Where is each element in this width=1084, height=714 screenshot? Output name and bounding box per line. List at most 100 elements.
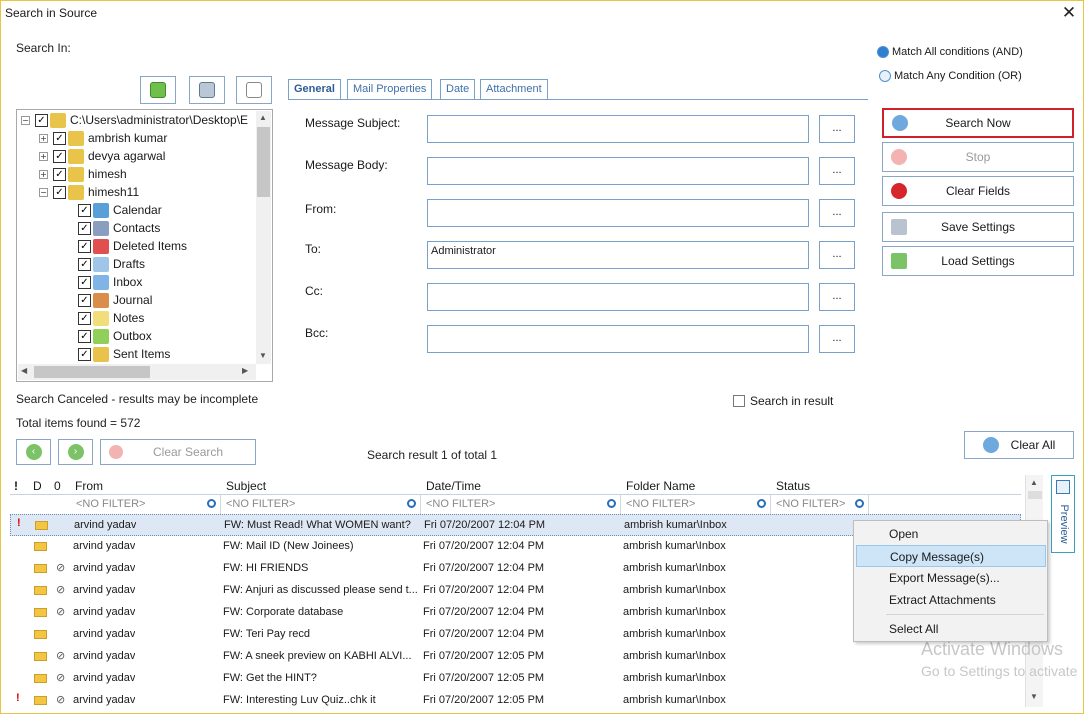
- tree-checkbox[interactable]: ✓: [53, 185, 66, 199]
- filter-subject[interactable]: <NO FILTER>: [223, 495, 421, 514]
- table-row[interactable]: ! ⊘ arvind yadav FW: Interesting Luv Quiz…: [10, 690, 1021, 712]
- tree-remove-button[interactable]: [189, 76, 225, 104]
- tree-root[interactable]: − ✓ C:\Users\administrator\Desktop\E: [21, 111, 248, 129]
- attachment-column-icon[interactable]: 0: [54, 479, 61, 493]
- cc-browse-button[interactable]: ...: [819, 283, 855, 311]
- filter-search-icon[interactable]: [207, 499, 216, 508]
- subject-browse-button[interactable]: ...: [819, 115, 855, 143]
- from-browse-button[interactable]: ...: [819, 199, 855, 227]
- preview-tab[interactable]: Preview: [1051, 475, 1075, 553]
- tree-checkbox[interactable]: ✓: [78, 257, 91, 271]
- clear-search-button[interactable]: Clear Search: [100, 439, 256, 465]
- menu-item-copy-messages[interactable]: Copy Message(s): [856, 545, 1046, 567]
- tree-checkbox[interactable]: ✓: [78, 239, 91, 253]
- body-browse-button[interactable]: ...: [819, 157, 855, 185]
- tree-checkbox[interactable]: ✓: [78, 293, 91, 307]
- tree-checkbox[interactable]: ✓: [53, 167, 66, 181]
- tree-checkbox[interactable]: ✓: [78, 329, 91, 343]
- folder-tree[interactable]: − ✓ C:\Users\administrator\Desktop\E + ✓ amb…: [16, 109, 273, 382]
- filter-search-icon[interactable]: [855, 499, 864, 508]
- root-checkbox[interactable]: ✓: [35, 113, 48, 127]
- expand-icon[interactable]: +: [39, 133, 48, 143]
- tree-checkbox[interactable]: ✓: [78, 311, 91, 325]
- filter-folder[interactable]: <NO FILTER>: [623, 495, 771, 514]
- tree-folder-notes[interactable]: ✓ Notes: [78, 309, 144, 327]
- tab-mail-properties[interactable]: Mail Properties: [347, 79, 433, 99]
- filter-search-icon[interactable]: [757, 499, 766, 508]
- filter-from[interactable]: <NO FILTER>: [73, 495, 221, 514]
- next-result-button[interactable]: ›: [58, 439, 93, 465]
- tab-general[interactable]: General: [288, 79, 341, 99]
- importance-column-icon[interactable]: !: [14, 479, 18, 493]
- tree-item[interactable]: + ✓ himesh: [39, 165, 127, 183]
- tree-folder-deleted[interactable]: ✓ Deleted Items: [78, 237, 187, 255]
- tree-check-button[interactable]: [236, 76, 272, 104]
- from-input[interactable]: [427, 199, 809, 227]
- match-any-radio[interactable]: Match Any Condition (OR): [879, 70, 1022, 82]
- match-all-radio[interactable]: Match All conditions (AND): [877, 46, 1023, 58]
- stop-button[interactable]: Stop: [882, 142, 1074, 172]
- filter-search-icon[interactable]: [607, 499, 616, 508]
- tree-vertical-scrollbar[interactable]: ▲ ▼: [256, 111, 271, 364]
- tab-date[interactable]: Date: [440, 79, 476, 99]
- clear-fields-button[interactable]: Clear Fields: [882, 176, 1074, 206]
- to-input[interactable]: Administrator: [427, 241, 809, 269]
- tree-item[interactable]: − ✓ himesh11: [39, 183, 139, 201]
- tree-checkbox[interactable]: ✓: [53, 149, 66, 163]
- filter-datetime[interactable]: <NO FILTER>: [423, 495, 621, 514]
- scroll-down-icon[interactable]: ▼: [259, 351, 267, 360]
- search-now-button[interactable]: Search Now: [882, 108, 1074, 138]
- tree-folder-journal[interactable]: ✓ Journal: [78, 291, 152, 309]
- search-in-result-checkbox[interactable]: Search in result: [733, 394, 833, 408]
- tree-folder-drafts[interactable]: ✓ Drafts: [78, 255, 145, 273]
- tree-folder-contacts[interactable]: ✓ Contacts: [78, 219, 160, 237]
- tree-horizontal-scrollbar[interactable]: ◀ ▶: [18, 364, 256, 380]
- filter-status[interactable]: <NO FILTER>: [773, 495, 869, 514]
- tree-folder-calendar[interactable]: ✓ Calendar: [78, 201, 162, 219]
- document-column-icon[interactable]: D: [33, 479, 42, 493]
- tree-item[interactable]: + ✓ ambrish kumar: [39, 129, 167, 147]
- tree-checkbox[interactable]: ✓: [78, 347, 91, 361]
- table-row[interactable]: ⊘ arvind yadav FW: Get the HINT? Fri 07/…: [10, 668, 1021, 690]
- body-input[interactable]: [427, 157, 809, 185]
- tab-attachment[interactable]: Attachment: [480, 79, 548, 99]
- tree-folder-inbox[interactable]: ✓ Inbox: [78, 273, 142, 291]
- subject-input[interactable]: [427, 115, 809, 143]
- scroll-down-icon[interactable]: ▼: [1030, 692, 1038, 701]
- scroll-up-icon[interactable]: ▲: [1030, 478, 1038, 487]
- close-button[interactable]: ✕: [1059, 3, 1079, 23]
- prev-result-button[interactable]: ‹: [16, 439, 51, 465]
- tree-checkbox[interactable]: ✓: [78, 221, 91, 235]
- menu-item-open[interactable]: Open: [856, 523, 1046, 545]
- tree-item[interactable]: + ✓ devya agarwal: [39, 147, 165, 165]
- menu-item-extract-attachments[interactable]: Extract Attachments: [856, 589, 1046, 611]
- tree-checkbox[interactable]: ✓: [53, 131, 66, 145]
- expand-icon[interactable]: +: [39, 151, 48, 161]
- save-settings-button[interactable]: Save Settings: [882, 212, 1074, 242]
- tree-checkbox[interactable]: ✓: [78, 203, 91, 217]
- column-datetime[interactable]: Date/Time: [426, 479, 481, 493]
- tree-add-button[interactable]: [140, 76, 176, 104]
- column-folder[interactable]: Folder Name: [626, 479, 695, 493]
- filter-search-icon[interactable]: [407, 499, 416, 508]
- scroll-left-icon[interactable]: ◀: [21, 366, 27, 375]
- collapse-icon[interactable]: −: [21, 115, 30, 125]
- scroll-thumb[interactable]: [1028, 491, 1042, 499]
- scroll-right-icon[interactable]: ▶: [242, 366, 248, 375]
- bcc-browse-button[interactable]: ...: [819, 325, 855, 353]
- tree-folder-outbox[interactable]: ✓ Outbox: [78, 327, 152, 345]
- tree-folder-sent[interactable]: ✓ Sent Items: [78, 345, 170, 363]
- scroll-thumb-h[interactable]: [34, 366, 150, 378]
- column-status[interactable]: Status: [776, 479, 810, 493]
- load-settings-button[interactable]: Load Settings: [882, 246, 1074, 276]
- to-browse-button[interactable]: ...: [819, 241, 855, 269]
- column-subject[interactable]: Subject: [226, 479, 266, 493]
- column-from[interactable]: From: [75, 479, 103, 493]
- scroll-thumb[interactable]: [257, 127, 270, 197]
- table-row[interactable]: ⊘ arvind yadav FW: A sneek preview on KA…: [10, 646, 1021, 668]
- expand-icon[interactable]: +: [39, 169, 48, 179]
- clear-all-button[interactable]: Clear All: [964, 431, 1074, 459]
- tree-checkbox[interactable]: ✓: [78, 275, 91, 289]
- collapse-icon[interactable]: −: [39, 187, 48, 197]
- scroll-up-icon[interactable]: ▲: [259, 113, 267, 122]
